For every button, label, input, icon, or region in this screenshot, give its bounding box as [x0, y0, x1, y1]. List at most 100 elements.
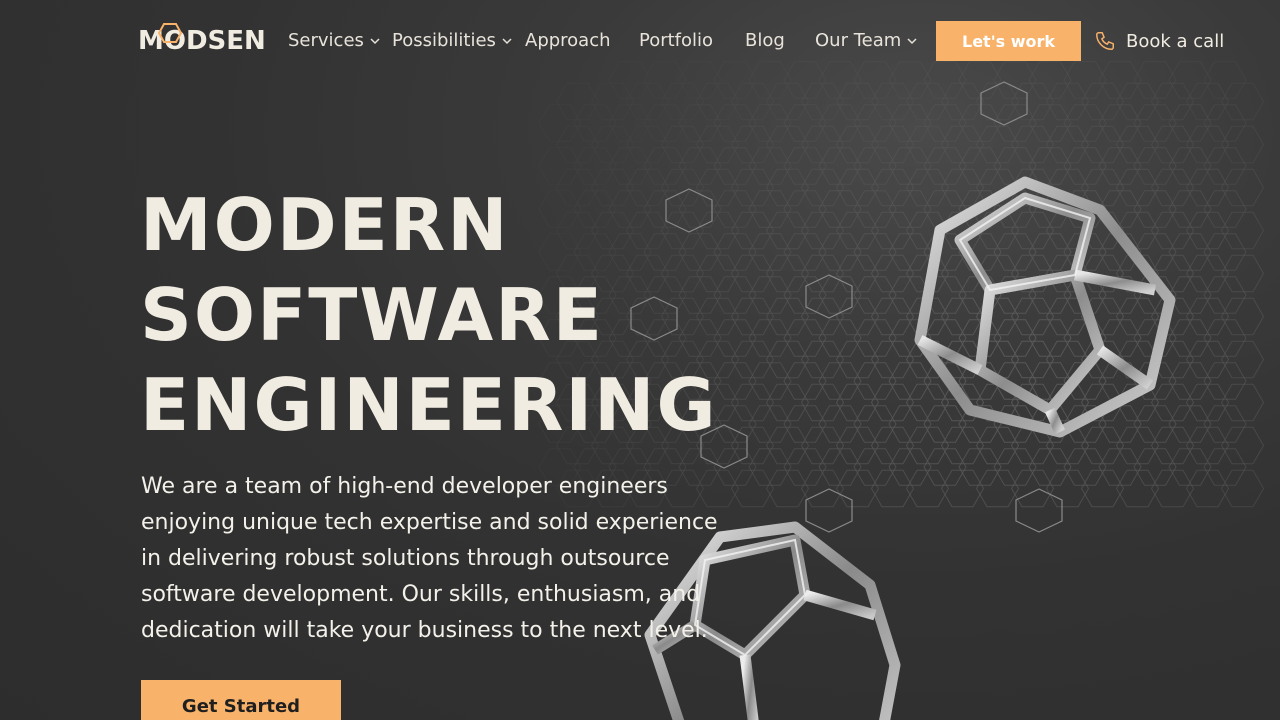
hero-title-line: SOFTWARE — [140, 273, 604, 357]
hexagon-cell — [853, 276, 897, 314]
hexagon-cell — [1150, 82, 1195, 121]
modsen-logo[interactable]: MODSEN — [138, 22, 276, 62]
hexagon-cell — [695, 125, 740, 164]
hexagon-cell — [678, 147, 722, 185]
hexagon-cell — [800, 168, 845, 207]
hexagon-cell — [660, 82, 705, 121]
hexagon-cell — [1010, 125, 1055, 164]
hexagon-cell — [818, 190, 862, 228]
hero-title-line: MODERN — [140, 183, 510, 267]
hexagon-cell — [1220, 297, 1265, 336]
hexagon-cell — [1045, 469, 1090, 508]
hexagon-cell — [818, 319, 862, 357]
hexagon-cell — [783, 362, 827, 400]
nav-item-blog[interactable]: Blog — [745, 29, 785, 53]
hexagon-cell — [1203, 405, 1247, 443]
hexagon-cell — [555, 82, 600, 121]
hexagon-cell — [905, 82, 950, 121]
hexagon-cell — [748, 233, 792, 271]
book-a-call-link[interactable]: Book a call — [1094, 29, 1224, 53]
hexagon-cell — [853, 147, 897, 185]
hexagon-cell — [783, 276, 827, 314]
hexagon-cell — [853, 190, 897, 228]
hexagon-cell — [800, 125, 845, 164]
hexagon-cell — [1115, 82, 1160, 121]
nav-item-label: Blog — [745, 30, 785, 51]
hexagon-cell — [835, 340, 880, 379]
hexagon-cell — [818, 448, 862, 486]
nav-item-label: Approach — [525, 30, 611, 51]
hexagon-cell — [765, 168, 810, 207]
hexagon-cell — [1080, 125, 1125, 164]
chevron-down-icon — [370, 37, 380, 45]
hexagon-cell — [730, 340, 775, 379]
nav-item-approach[interactable]: Approach — [525, 29, 611, 53]
hexagon-cell — [853, 104, 897, 142]
hexagon-cell — [818, 104, 862, 142]
hexagon-cell — [818, 405, 862, 443]
hexagon-cell — [730, 426, 775, 465]
hexagon-cell — [1203, 362, 1247, 400]
hexagon-cell — [835, 211, 880, 250]
lets-work-button[interactable]: Let's work — [936, 21, 1081, 61]
hexagon-cell — [695, 82, 740, 121]
hexagon-cell — [713, 319, 757, 357]
hexagon-cell — [818, 362, 862, 400]
nav-item-portfolio[interactable]: Portfolio — [639, 29, 713, 53]
hexagon-cell — [1220, 254, 1265, 293]
nav-item-label: Possibilities — [392, 30, 496, 51]
hexagon-cell — [800, 82, 845, 121]
hexagon-cell — [783, 319, 827, 357]
hexagon-cell — [853, 448, 897, 486]
hexagon-cell — [590, 125, 635, 164]
hexagon-cell — [835, 82, 880, 121]
hexagon-cell — [660, 125, 705, 164]
hexagon-cell — [713, 405, 757, 443]
hexagon-cell — [783, 233, 827, 271]
hexagon-cell — [783, 147, 827, 185]
get-started-button[interactable]: Get Started — [141, 680, 341, 720]
hexagon-cell — [800, 254, 845, 293]
hexagon-cell — [730, 211, 775, 250]
hexagon-cell — [748, 362, 792, 400]
nav-item-possibilities[interactable]: Possibilities — [392, 29, 512, 53]
hexagon-cell — [1063, 104, 1107, 142]
hexagon-cell — [835, 297, 880, 336]
hexagon-cell — [1185, 125, 1230, 164]
hexagon-cell — [800, 383, 845, 422]
hexagon-cell — [835, 125, 880, 164]
hexagon-cell — [748, 147, 792, 185]
hexagon-cell — [730, 82, 775, 121]
hero-title-line: ENGINEERING — [140, 363, 718, 447]
hexagon-cell — [1080, 82, 1125, 121]
nav-item-our-team[interactable]: Our Team — [815, 29, 917, 53]
nav-item-services[interactable]: Services — [288, 29, 380, 53]
hexagon-cell — [1115, 469, 1160, 508]
hexagon-cell — [835, 254, 880, 293]
hexagon-cell — [1203, 190, 1247, 228]
hexagon-cell — [765, 383, 810, 422]
hexagon-cell — [818, 276, 862, 314]
hexagon-cell — [713, 233, 757, 271]
hexagon-cell — [870, 82, 915, 121]
hexagon-cell — [730, 125, 775, 164]
hexagon-cell — [713, 190, 757, 228]
hexagon-cell — [1045, 125, 1090, 164]
hexagon-cell — [765, 82, 810, 121]
hexagon-cell — [1045, 82, 1090, 121]
hero-title: MODERN SOFTWARE ENGINEERING — [140, 180, 718, 450]
hexagon-cell — [1185, 82, 1230, 121]
book-a-call-label: Book a call — [1126, 30, 1225, 52]
hexagon-cell — [800, 340, 845, 379]
hexagon-cell — [538, 147, 582, 185]
hexagon-cell — [730, 254, 775, 293]
hexagon-cell — [765, 426, 810, 465]
hexagon-cell — [748, 405, 792, 443]
hexagon-cell — [748, 104, 792, 142]
hexagon-cell — [1098, 104, 1142, 142]
hexagon-cell — [1080, 469, 1125, 508]
hexagon-cell — [678, 104, 722, 142]
hexagon-cell — [800, 211, 845, 250]
glass-dodecahedron-top-right — [914, 176, 1176, 438]
hexagon-cell — [940, 469, 985, 508]
